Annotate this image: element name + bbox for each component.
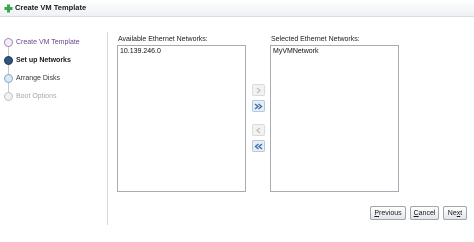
move-selected-left-button[interactable] xyxy=(252,124,265,136)
vertical-divider xyxy=(107,32,108,225)
step-upcoming-icon xyxy=(4,74,13,83)
available-networks-list[interactable]: 10.139.246.0 xyxy=(117,45,246,192)
double-chevron-right-icon xyxy=(254,102,263,110)
list-item[interactable]: MyVMNetwork xyxy=(273,48,319,55)
button-label: revious xyxy=(379,209,402,217)
chevron-left-icon xyxy=(255,127,261,133)
button-label: t xyxy=(460,209,463,217)
step-create-vm-template[interactable]: Create VM Template xyxy=(4,37,100,49)
available-networks-label: Available Ethernet Networks: xyxy=(118,36,208,43)
step-current-icon xyxy=(4,56,13,65)
step-disabled-icon xyxy=(4,92,13,101)
next-button[interactable]: Ne x t xyxy=(443,206,467,220)
title-bar: Create VM Template xyxy=(0,0,474,17)
step-arrange-disks[interactable]: Arrange Disks xyxy=(4,73,100,85)
step-label: Boot Options xyxy=(16,93,57,100)
step-boot-options: Boot Options xyxy=(4,91,100,103)
button-label: Ne xyxy=(447,209,457,217)
wizard-steps: Create VM Template Set up Networks Arran… xyxy=(0,33,100,123)
step-label: Set up Networks xyxy=(16,57,71,64)
button-label: ancel xyxy=(418,209,436,217)
step-set-up-networks: Set up Networks xyxy=(4,55,100,67)
selected-networks-label: Selected Ethernet Networks: xyxy=(271,36,360,43)
cancel-button[interactable]: Cancel xyxy=(410,206,439,220)
chevron-right-icon xyxy=(256,87,262,93)
double-chevron-left-icon xyxy=(254,142,263,150)
move-selected-right-button[interactable] xyxy=(252,84,265,96)
previous-button[interactable]: Previous xyxy=(370,206,406,220)
selected-networks-list[interactable]: MyVMNetwork xyxy=(270,45,399,192)
step-label: Arrange Disks xyxy=(16,75,60,82)
step-label: Create VM Template xyxy=(16,39,80,46)
green-plus-icon xyxy=(4,4,13,13)
step-visited-icon xyxy=(4,38,13,47)
move-all-right-button[interactable] xyxy=(252,100,265,112)
list-item[interactable]: 10.139.246.0 xyxy=(120,48,161,55)
window-title: Create VM Template xyxy=(15,3,87,12)
move-all-left-button[interactable] xyxy=(252,140,265,152)
